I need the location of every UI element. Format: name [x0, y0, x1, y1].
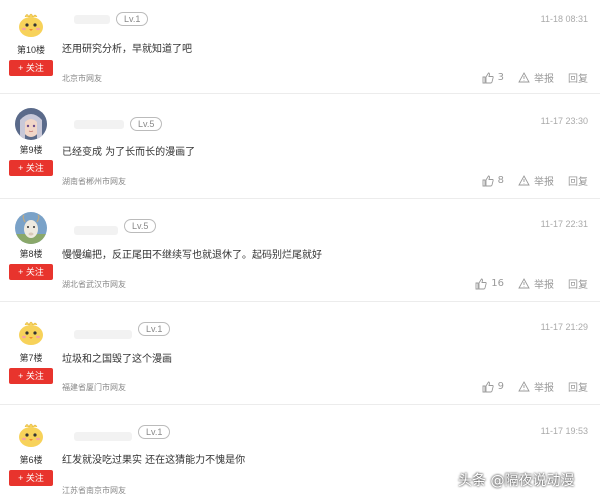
floor-number: 第8楼 [19, 249, 43, 259]
report-link[interactable]: 举报 [534, 379, 554, 394]
comment-thread: 第10楼 + 关注 Lv.1 11-18 08:31 还用研究分析，早就知道了吧… [0, 0, 600, 502]
report-icon[interactable] [518, 71, 530, 84]
comment-text: 垃圾和之国毁了这个漫画 [62, 354, 172, 365]
follow-button[interactable]: + 关注 [9, 60, 53, 76]
username-blurred[interactable] [74, 330, 132, 339]
yellow-chick-avatar[interactable] [15, 316, 47, 348]
reply-link[interactable]: 回复 [568, 276, 588, 291]
user-location: 湖北省武汉市网友 [62, 280, 126, 289]
goat-avatar[interactable] [15, 212, 47, 244]
report-link[interactable]: 举报 [534, 70, 554, 85]
comment-author-column: 第10楼 + 关注 [6, 8, 56, 76]
report-icon[interactable] [518, 277, 530, 290]
comment-text: 慢慢编把，反正尾田不继续写也就退休了。起码别烂尾就好 [62, 250, 322, 261]
comment-actions: 3 举报 回复 [482, 70, 588, 85]
follow-button[interactable]: + 关注 [9, 470, 53, 486]
like-count: 8 [497, 175, 504, 186]
follow-button[interactable]: + 关注 [9, 160, 53, 176]
like-count: 16 [491, 278, 504, 289]
thumbs-up-icon[interactable] [482, 175, 494, 187]
follow-button[interactable]: + 关注 [9, 368, 53, 384]
comment-time: 11-17 22:31 [540, 219, 588, 229]
like-count: 9 [497, 381, 504, 392]
comment-time: 11-17 23:30 [540, 116, 588, 126]
comment-text: 已经变成 为了长而长的漫画了 [62, 147, 196, 158]
user-location: 福建省厦门市网友 [62, 383, 126, 392]
watermark-text: 头条 @隔夜说动漫 [458, 473, 575, 489]
level-badge: Lv.1 [138, 322, 171, 336]
username-blurred[interactable] [74, 120, 124, 129]
reply-link[interactable]: 回复 [568, 173, 588, 188]
thumbs-up-icon[interactable] [475, 278, 487, 290]
report-link[interactable]: 举报 [534, 173, 554, 188]
reply-link[interactable]: 回复 [568, 379, 588, 394]
thumbs-up-icon[interactable] [482, 72, 494, 84]
divider [0, 198, 600, 199]
comment-author-column: 第6楼 + 关注 [6, 418, 56, 486]
username-blurred[interactable] [74, 15, 110, 24]
level-badge: Lv.5 [130, 117, 163, 131]
thumbs-up-icon[interactable] [482, 381, 494, 393]
divider [0, 301, 600, 302]
comment-text: 红发就没吃过果实 还在这猜能力不愧是你 [62, 455, 246, 466]
comment-author-column: 第8楼 + 关注 [6, 212, 56, 280]
level-badge: Lv.1 [116, 12, 149, 26]
username-blurred[interactable] [74, 226, 118, 235]
yellow-chick-avatar[interactable] [15, 418, 47, 450]
report-link[interactable]: 举报 [534, 276, 554, 291]
user-location: 北京市网友 [62, 74, 102, 83]
comment-actions: 16 举报 回复 [475, 276, 588, 291]
reply-link[interactable]: 回复 [568, 70, 588, 85]
comment-author-column: 第7楼 + 关注 [6, 316, 56, 384]
divider [0, 404, 600, 405]
floor-number: 第9楼 [19, 145, 43, 155]
comment-time: 11-18 08:31 [540, 14, 588, 24]
user-location: 江苏省南京市网友 [62, 486, 126, 495]
floor-number: 第7楼 [19, 353, 43, 363]
comment-actions: 8 举报 回复 [482, 173, 588, 188]
user-location: 湖南省郴州市网友 [62, 177, 126, 186]
floor-number: 第10楼 [16, 45, 45, 55]
anime-girl-avatar[interactable] [15, 108, 47, 140]
like-count: 3 [497, 72, 504, 83]
comment-author-column: 第9楼 + 关注 [6, 108, 56, 176]
comment-time: 11-17 21:29 [540, 322, 588, 332]
follow-button[interactable]: + 关注 [9, 264, 53, 280]
report-icon[interactable] [518, 174, 530, 187]
report-icon[interactable] [518, 380, 530, 393]
username-blurred[interactable] [74, 432, 132, 441]
level-badge: Lv.5 [124, 219, 157, 233]
level-badge: Lv.1 [138, 425, 171, 439]
yellow-chick-avatar[interactable] [15, 8, 47, 40]
comment-time: 11-17 19:53 [540, 426, 588, 436]
floor-number: 第6楼 [19, 455, 43, 465]
comment-actions: 9 举报 回复 [482, 379, 588, 394]
divider [0, 93, 600, 94]
comment-text: 还用研究分析，早就知道了吧 [62, 44, 192, 55]
